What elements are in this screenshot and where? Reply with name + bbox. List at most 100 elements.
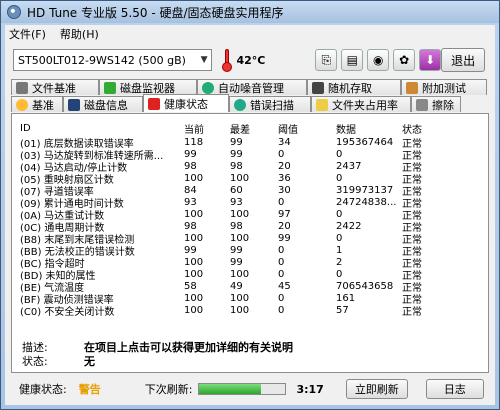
worst-value: 99 xyxy=(230,148,243,160)
column-header[interactable]: 最差 xyxy=(230,121,278,136)
screenshot-button[interactable]: ◉ xyxy=(367,49,390,71)
column-header[interactable]: ID xyxy=(20,123,184,134)
title-bar[interactable]: HD Tune 专业版 5.50 - 硬盘/固态硬盘实用程序 xyxy=(1,1,499,23)
tab-health[interactable]: 健康状态 xyxy=(143,94,229,112)
table-row[interactable]: (C0) 不安全关闭计数 100 100 0 57 正常 xyxy=(20,304,480,318)
raw-data: 57 xyxy=(336,304,349,316)
tab-label: 错误扫描 xyxy=(250,98,294,112)
threshold-value: 99 xyxy=(278,232,291,244)
worst-value: 93 xyxy=(230,196,243,208)
current-value: 100 xyxy=(184,268,204,280)
next-refresh-label: 下次刷新: xyxy=(144,383,193,396)
refresh-timer: 3:17 xyxy=(296,382,324,396)
threshold-value: 30 xyxy=(278,184,291,196)
window-title: HD Tune 专业版 5.50 - 硬盘/固态硬盘实用程序 xyxy=(27,5,284,20)
current-value: 100 xyxy=(184,304,204,316)
threshold-value: 0 xyxy=(278,304,285,316)
menu-bar: 文件(F) 帮助(H) xyxy=(5,25,495,43)
column-header[interactable]: 状态 xyxy=(402,121,462,136)
menu-help[interactable]: 帮助(H) xyxy=(60,26,99,42)
table-body: (01) 底层数据读取错误率 118 99 34 195367464 正常 (03) 马达旋… xyxy=(20,136,480,318)
worst-value: 100 xyxy=(230,232,250,244)
health-panel: ID 当前 最差 阈值 数据 状态 (01) 底层数据读取错误率 118 99 34 1… xyxy=(11,113,489,373)
column-header[interactable]: 数据 xyxy=(336,121,402,136)
current-value: 100 xyxy=(184,208,204,220)
tab-error-scan[interactable]: 错误扫描 xyxy=(229,96,311,112)
tab-label: 随机存取 xyxy=(328,81,372,95)
temperature-value: 42°C xyxy=(236,53,266,67)
current-value: 98 xyxy=(184,160,197,172)
raw-data: 1 xyxy=(336,244,343,256)
copy-text-button[interactable]: ⎘ xyxy=(315,49,338,71)
worst-value: 100 xyxy=(230,208,250,220)
threshold-value: 36 xyxy=(278,172,291,184)
folder-icon xyxy=(316,98,328,111)
threshold-value: 0 xyxy=(278,196,285,208)
threshold-value: 97 xyxy=(278,208,291,220)
status-value: 无 xyxy=(84,355,95,368)
temperature-display: 42°C xyxy=(222,49,266,72)
chevron-down-icon: ▼ xyxy=(200,55,208,65)
raw-data: 706543658 xyxy=(336,280,394,292)
drive-selector[interactable]: ST500LT012-9WS142 (500 gB) ▼ xyxy=(13,49,213,71)
tab-label: 文件夹占用率 xyxy=(332,98,398,112)
copy-icon: ⎘ xyxy=(321,52,332,67)
copy-info-button[interactable]: ▤ xyxy=(341,49,364,71)
tab-label: 文件基准 xyxy=(32,81,76,95)
tab-random-access[interactable]: 随机存取 xyxy=(307,79,401,95)
log-button[interactable]: 日志 xyxy=(425,379,484,399)
options-button[interactable]: ✿ xyxy=(393,49,416,71)
tab-disk-info[interactable]: 磁盘信息 xyxy=(63,96,143,112)
tab-erase[interactable]: 擦除 xyxy=(411,96,461,112)
tab-extra-tests[interactable]: 附加测试 xyxy=(401,79,487,95)
threshold-value: 0 xyxy=(278,292,285,304)
status-bar: 健康状态: 警告 下次刷新: 3:17 立即刷新 日志 xyxy=(11,377,489,401)
raw-data: 0 xyxy=(336,268,343,280)
description-area: 描述: 在项目上点击可以获得更加详细的有关说明 状态: 无 xyxy=(22,340,482,368)
worst-value: 100 xyxy=(230,304,250,316)
attribute-status: 正常 xyxy=(402,306,422,318)
exit-button[interactable]: 退出 xyxy=(441,48,486,72)
column-header[interactable]: 当前 xyxy=(184,121,230,136)
menu-file[interactable]: 文件(F) xyxy=(9,26,46,42)
tab-file-benchmark[interactable]: 文件基准 xyxy=(11,79,99,95)
current-value: 99 xyxy=(184,148,197,160)
thermometer-icon xyxy=(222,49,233,72)
tab-folder-usage[interactable]: 文件夹占用率 xyxy=(311,96,411,112)
health-status-value: 警告 xyxy=(78,383,101,396)
raw-data: 0 xyxy=(336,148,343,160)
extra-icon xyxy=(406,81,418,94)
save-button[interactable]: ⬇ xyxy=(419,49,442,71)
raw-data: 195367464 xyxy=(336,136,394,148)
raw-data: 0 xyxy=(336,232,343,244)
raw-data: 0 xyxy=(336,172,343,184)
column-header[interactable]: 阈值 xyxy=(278,121,336,136)
smart-table[interactable]: ID 当前 最差 阈值 数据 状态 (01) 底层数据读取错误率 118 99 34 1… xyxy=(20,120,480,338)
worst-value: 99 xyxy=(230,256,243,268)
tab-label: 擦除 xyxy=(432,98,454,112)
current-value: 118 xyxy=(184,136,204,148)
worst-value: 98 xyxy=(230,160,243,172)
threshold-value: 0 xyxy=(278,268,285,280)
tab-aam[interactable]: 自动噪音管理 xyxy=(197,79,307,95)
raw-data: 2437 xyxy=(336,160,362,172)
current-value: 99 xyxy=(184,244,197,256)
worst-value: 100 xyxy=(230,268,250,280)
settings-icon: ✿ xyxy=(399,53,410,67)
tab-label: 健康状态 xyxy=(164,97,208,111)
bulb-icon xyxy=(16,98,28,111)
tab-label: 附加测试 xyxy=(422,81,466,95)
speaker-icon xyxy=(202,81,214,94)
worst-value: 99 xyxy=(230,244,243,256)
threshold-value: 0 xyxy=(278,148,285,160)
tab-disk-monitor[interactable]: 磁盘监视器 xyxy=(99,79,197,95)
raw-data: 0 xyxy=(336,208,343,220)
refresh-now-button[interactable]: 立即刷新 xyxy=(345,379,408,399)
raw-data: 2 xyxy=(336,256,343,268)
tab-row-2: 基准 磁盘信息 健康状态 错误扫描 文件夹占用率 擦除 xyxy=(11,94,461,112)
tab-row-1: 文件基准 磁盘监视器 自动噪音管理 随机存取 附加测试 xyxy=(11,79,487,95)
tab-benchmark[interactable]: 基准 xyxy=(11,96,63,112)
threshold-value: 20 xyxy=(278,160,291,172)
health-status-label: 健康状态: xyxy=(19,383,67,396)
current-value: 84 xyxy=(184,184,197,196)
